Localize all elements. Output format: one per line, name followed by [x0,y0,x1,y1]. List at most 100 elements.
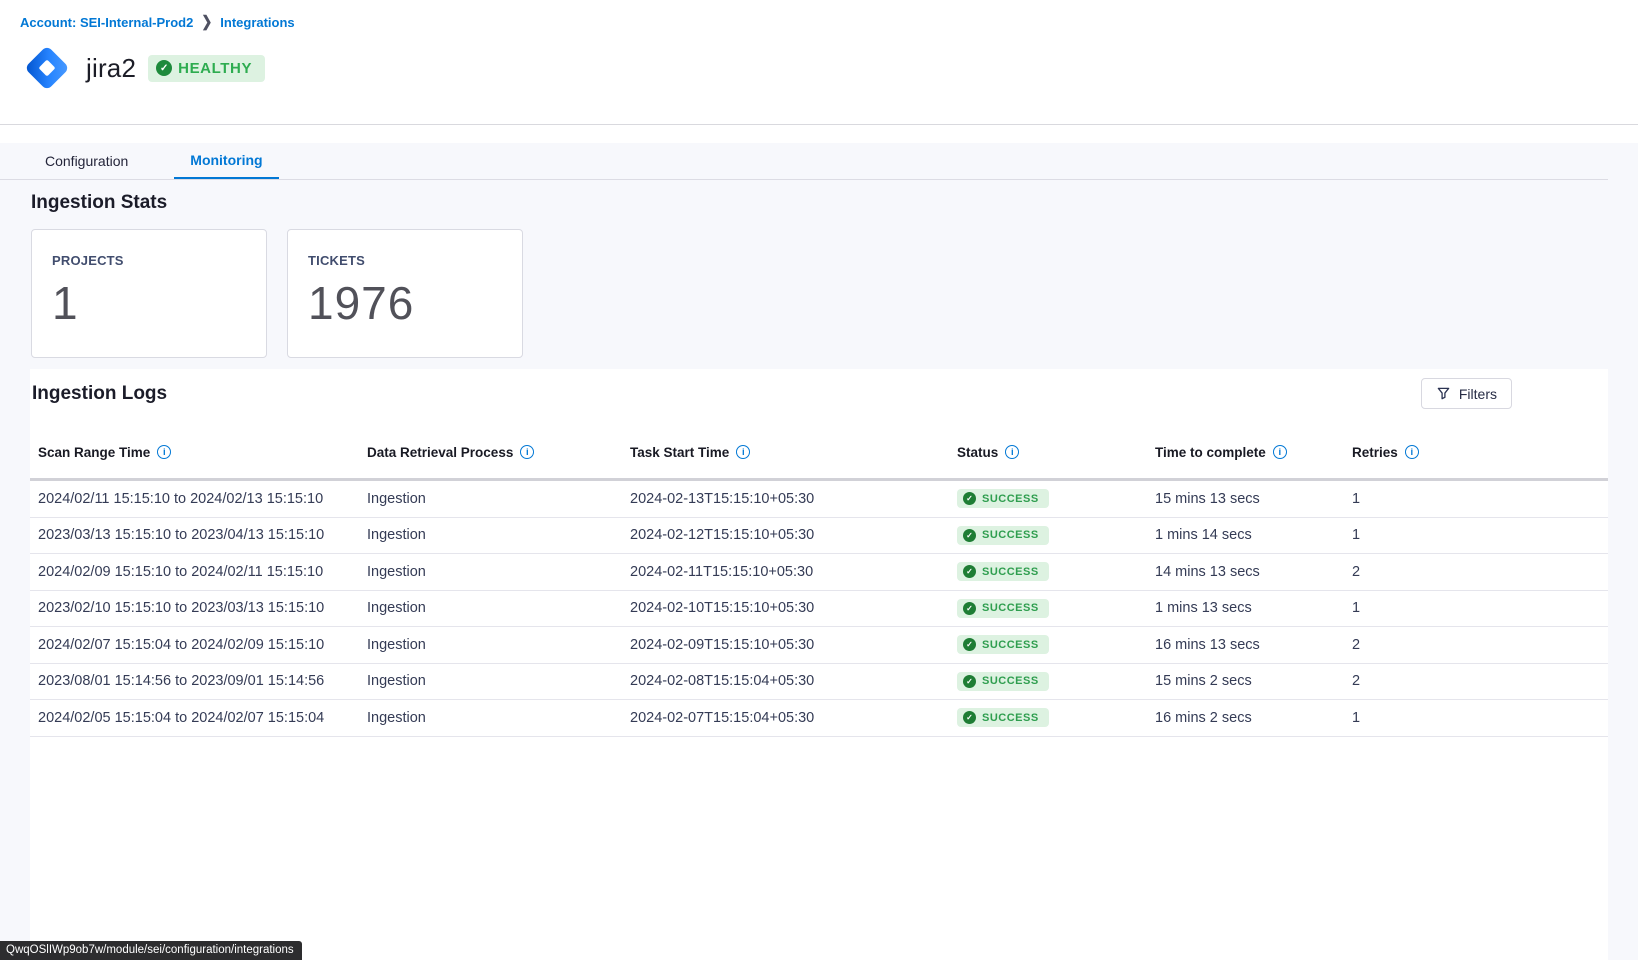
column-header: Time to complete i [1155,445,1352,460]
info-icon[interactable]: i [1005,445,1019,459]
cell-process: Ingestion [367,564,630,580]
cell-scan-range: 2023/08/01 15:14:56 to 2023/09/01 15:14:… [38,673,367,689]
check-circle-icon: ✓ [156,60,172,76]
status-badge-label: SUCCESS [982,712,1039,724]
cell-scan-range: 2024/02/05 15:15:04 to 2024/02/07 15:15:… [38,710,367,726]
table-row: 2024/02/11 15:15:10 to 2024/02/13 15:15:… [30,481,1608,518]
ingestion-stats-section: Ingestion Stats PROJECTS 1 TICKETS 1976 [0,180,1638,358]
breadcrumb-integrations-link[interactable]: Integrations [220,15,294,30]
check-circle-icon: ✓ [963,602,976,615]
cell-time-to-complete: 16 mins 2 secs [1155,710,1352,726]
info-icon[interactable]: i [520,445,534,459]
stat-card-tickets: TICKETS 1976 [287,229,523,358]
check-circle-icon: ✓ [963,675,976,688]
status-badge-label: SUCCESS [982,566,1039,578]
cell-retries: 1 [1352,491,1608,507]
breadcrumb: Account: SEI-Internal-Prod2 ❯ Integratio… [20,14,1618,30]
tab-monitoring[interactable]: Monitoring [174,143,278,179]
status-badge: ✓ SUCCESS [957,562,1049,581]
cell-status: ✓ SUCCESS [957,526,1155,545]
info-icon[interactable]: i [157,445,171,459]
table-row: 2024/02/09 15:15:10 to 2024/02/11 15:15:… [30,554,1608,591]
cell-scan-range: 2024/02/11 15:15:10 to 2024/02/13 15:15:… [38,491,367,507]
status-badge: ✓ SUCCESS [957,489,1049,508]
cell-status: ✓ SUCCESS [957,599,1155,618]
table-row: 2023/02/10 15:15:10 to 2023/03/13 15:15:… [30,591,1608,628]
cell-scan-range: 2023/03/13 15:15:10 to 2023/04/13 15:15:… [38,527,367,543]
cell-process: Ingestion [367,527,630,543]
cell-scan-range: 2023/02/10 15:15:10 to 2023/03/13 15:15:… [38,600,367,616]
check-circle-icon: ✓ [963,638,976,651]
cell-retries: 1 [1352,600,1608,616]
header-spacer [0,125,1638,143]
column-label: Scan Range Time [38,445,150,460]
status-badge-label: SUCCESS [982,675,1039,687]
page-header: Account: SEI-Internal-Prod2 ❯ Integratio… [0,0,1638,125]
cell-process: Ingestion [367,673,630,689]
cell-retries: 1 [1352,527,1608,543]
table-row: 2023/08/01 15:14:56 to 2023/09/01 15:14:… [30,664,1608,701]
ingestion-logs-header: Ingestion Logs Filters [30,369,1608,409]
column-header: Data Retrieval Process i [367,445,630,460]
cell-process: Ingestion [367,710,630,726]
status-badge: ✓ SUCCESS [957,599,1049,618]
status-badge-label: SUCCESS [982,639,1039,651]
column-header: Status i [957,445,1155,460]
status-badge-label: SUCCESS [982,529,1039,541]
main-content: Configuration Monitoring Ingestion Stats… [0,143,1638,960]
stat-value: 1 [52,276,246,330]
cell-task-start: 2024-02-07T15:15:04+05:30 [630,710,957,726]
ingestion-logs-table: Scan Range Time i Data Retrieval Process… [30,426,1608,737]
stat-card-projects: PROJECTS 1 [31,229,267,358]
health-status-label: HEALTHY [178,60,252,77]
cell-status: ✓ SUCCESS [957,489,1155,508]
cell-time-to-complete: 1 mins 14 secs [1155,527,1352,543]
stat-value: 1976 [308,276,502,330]
cell-time-to-complete: 16 mins 13 secs [1155,637,1352,653]
cell-time-to-complete: 1 mins 13 secs [1155,600,1352,616]
health-status-badge: ✓ HEALTHY [148,55,265,82]
filters-button-label: Filters [1459,386,1497,402]
cell-status: ✓ SUCCESS [957,635,1155,654]
check-circle-icon: ✓ [963,529,976,542]
stat-label: TICKETS [308,253,502,268]
cell-scan-range: 2024/02/07 15:15:04 to 2024/02/09 15:15:… [38,637,367,653]
status-badge: ✓ SUCCESS [957,635,1049,654]
cell-retries: 2 [1352,564,1608,580]
ingestion-logs-heading: Ingestion Logs [32,383,167,405]
table-row: 2024/02/07 15:15:04 to 2024/02/09 15:15:… [30,627,1608,664]
check-circle-icon: ✓ [963,711,976,724]
status-badge-label: SUCCESS [982,493,1039,505]
status-badge-label: SUCCESS [982,602,1039,614]
cell-process: Ingestion [367,637,630,653]
table-body: 2024/02/11 15:15:10 to 2024/02/13 15:15:… [30,481,1608,737]
cell-process: Ingestion [367,491,630,507]
column-label: Task Start Time [630,445,729,460]
cell-status: ✓ SUCCESS [957,562,1155,581]
info-icon[interactable]: i [736,445,750,459]
filters-button[interactable]: Filters [1421,378,1512,409]
chevron-right-icon: ❯ [201,13,212,31]
table-row: 2023/03/13 15:15:10 to 2023/04/13 15:15:… [30,518,1608,555]
cell-retries: 1 [1352,710,1608,726]
link-url-tooltip: QwqOSlIWp9ob7w/module/sei/configuration/… [0,941,302,960]
column-header: Task Start Time i [630,445,957,460]
info-icon[interactable]: i [1273,445,1287,459]
page-title: jira2 [86,53,136,84]
stat-cards-row: PROJECTS 1 TICKETS 1976 [31,229,1608,358]
cell-task-start: 2024-02-13T15:15:10+05:30 [630,491,957,507]
cell-task-start: 2024-02-08T15:15:04+05:30 [630,673,957,689]
info-icon[interactable]: i [1405,445,1419,459]
breadcrumb-account-link[interactable]: Account: SEI-Internal-Prod2 [20,15,193,30]
tab-configuration[interactable]: Configuration [30,143,144,179]
filter-funnel-icon [1436,386,1451,401]
ingestion-logs-section: Ingestion Logs Filters Scan Range Time i… [30,369,1608,960]
table-row: 2024/02/05 15:15:04 to 2024/02/07 15:15:… [30,700,1608,737]
cell-time-to-complete: 15 mins 13 secs [1155,491,1352,507]
cell-task-start: 2024-02-12T15:15:10+05:30 [630,527,957,543]
cell-retries: 2 [1352,673,1608,689]
column-header: Retries i [1352,445,1608,460]
ingestion-stats-heading: Ingestion Stats [31,192,1608,214]
cell-task-start: 2024-02-10T15:15:10+05:30 [630,600,957,616]
stat-label: PROJECTS [52,253,246,268]
